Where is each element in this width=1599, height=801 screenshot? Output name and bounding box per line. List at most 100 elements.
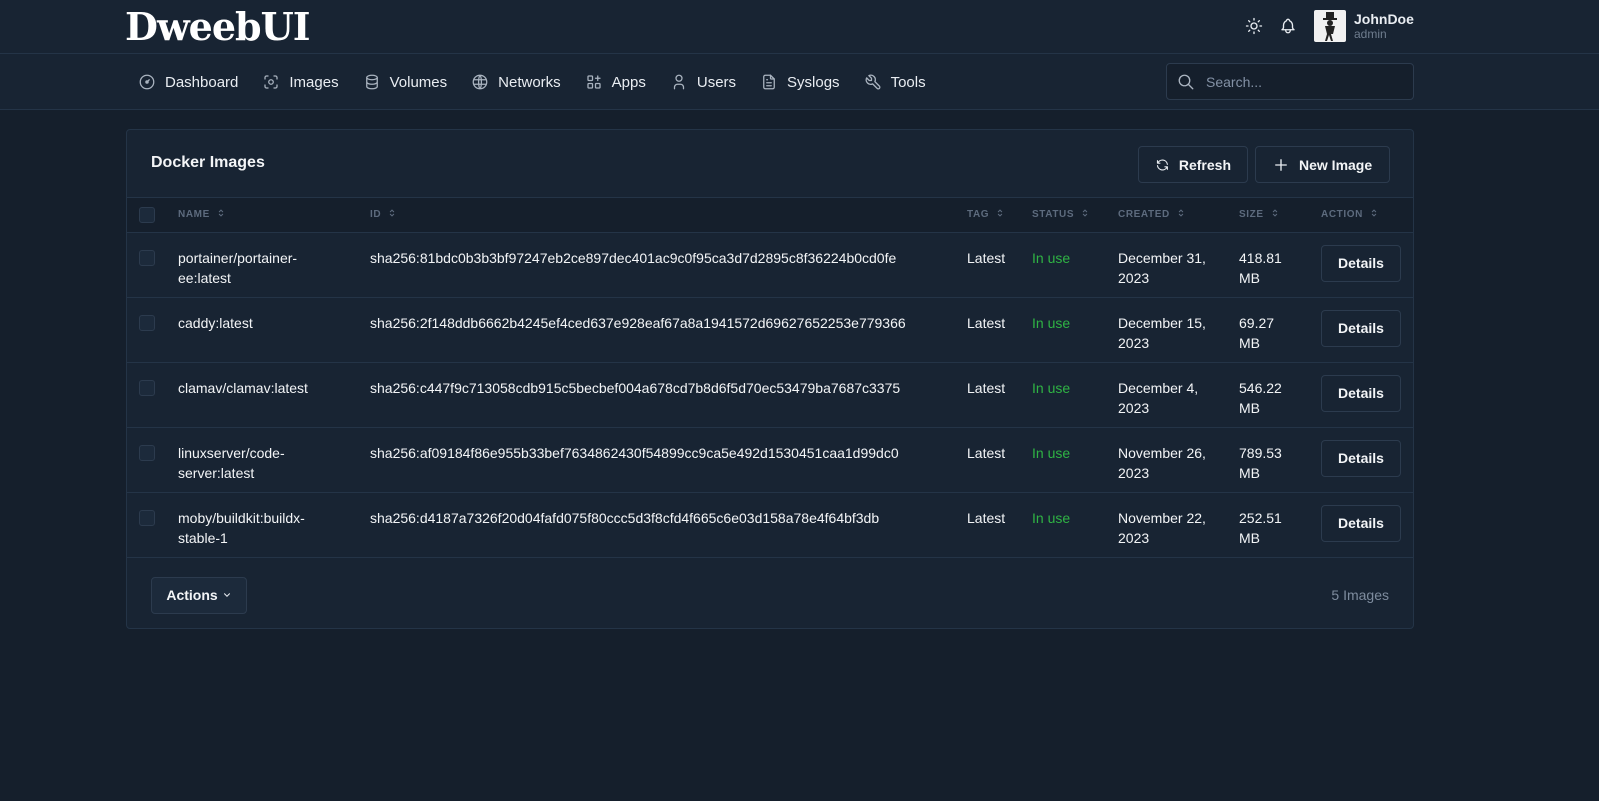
column-label: Size xyxy=(1239,209,1264,221)
new-image-label: New Image xyxy=(1299,156,1373,173)
nav-item-dashboard[interactable]: Dashboard xyxy=(138,73,238,91)
column-header-created[interactable]: Created xyxy=(1118,198,1239,232)
details-button[interactable]: Details xyxy=(1321,439,1401,477)
image-id: sha256:81bdc0b3b3bf97247eb2ce897dec401ac… xyxy=(370,249,897,266)
card-footer: Actions 5 Images xyxy=(127,558,1413,628)
image-tag: Latest xyxy=(967,379,1006,396)
main-nav: Dashboard Images Volumes Networks Apps U… xyxy=(0,54,1599,110)
row-checkbox[interactable] xyxy=(139,249,155,266)
row-checkbox[interactable] xyxy=(139,509,155,526)
image-tag: Latest xyxy=(967,249,1006,266)
column-label: Name xyxy=(178,209,210,221)
refresh-button[interactable]: Refresh xyxy=(1138,146,1248,183)
sort-icon xyxy=(216,208,226,221)
column-header-tag[interactable]: Tag xyxy=(967,198,1032,232)
images-table: Name ID Tag Status Created Size Action p… xyxy=(127,198,1413,558)
column-header-action[interactable]: Action xyxy=(1321,198,1413,232)
nav-item-syslogs[interactable]: Syslogs xyxy=(760,73,840,91)
table-header-row: Name ID Tag Status Created Size Action xyxy=(127,198,1413,232)
search-icon xyxy=(1178,74,1194,89)
nav-item-images[interactable]: Images xyxy=(262,73,339,91)
details-button[interactable]: Details xyxy=(1321,244,1401,282)
column-label: Action xyxy=(1321,209,1363,221)
image-created: November 26, 2023 xyxy=(1118,444,1206,481)
image-id: sha256:c447f9c713058cdb915c5becbef004a67… xyxy=(370,379,901,396)
new-image-button[interactable]: New Image xyxy=(1255,146,1390,183)
nav-label: Apps xyxy=(611,73,646,91)
nav-label: Syslogs xyxy=(787,73,840,91)
row-checkbox[interactable] xyxy=(139,444,155,461)
image-size: 789.53 MB xyxy=(1239,444,1282,481)
app-logo[interactable]: DweebUI xyxy=(125,4,311,49)
chevron-down-icon xyxy=(223,593,230,597)
dashboard-icon xyxy=(139,74,155,90)
image-created: December 4, 2023 xyxy=(1118,379,1199,416)
user-menu[interactable]: JohnDoe admin xyxy=(1314,10,1414,42)
column-header-name[interactable]: Name xyxy=(178,198,370,232)
image-name: portainer/portainer-ee:latest xyxy=(178,249,298,286)
status-badge: In use xyxy=(1032,509,1071,526)
bell-icon[interactable] xyxy=(1277,15,1299,37)
plus-icon xyxy=(1275,158,1287,171)
theme-toggle-icon[interactable] xyxy=(1243,15,1265,37)
table-row: portainer/portainer-ee:latest sha256:81b… xyxy=(127,232,1413,297)
column-header-id[interactable]: ID xyxy=(370,198,967,232)
sort-icon xyxy=(1176,208,1186,221)
column-label: Status xyxy=(1032,209,1075,221)
image-tag: Latest xyxy=(967,444,1006,461)
card-title: Docker Images xyxy=(151,154,265,171)
nav-label: Images xyxy=(289,73,339,91)
images-count: 5 Images xyxy=(1331,586,1389,603)
image-name: clamav/clamav:latest xyxy=(178,379,308,396)
file-icon xyxy=(763,74,775,90)
nav-item-apps[interactable]: Apps xyxy=(585,73,646,91)
image-size: 252.51 MB xyxy=(1239,509,1282,546)
database-icon xyxy=(365,74,378,90)
image-size: 546.22 MB xyxy=(1239,379,1282,416)
sort-icon xyxy=(1270,208,1280,221)
table-row: clamav/clamav:latest sha256:c447f9c71305… xyxy=(127,362,1413,427)
nav-item-volumes[interactable]: Volumes xyxy=(363,73,448,91)
column-label: Tag xyxy=(967,209,990,221)
globe-icon xyxy=(472,74,488,90)
nav-item-users[interactable]: Users xyxy=(670,73,736,91)
status-badge: In use xyxy=(1032,444,1071,461)
image-name: moby/buildkit:buildx-stable-1 xyxy=(178,509,305,546)
actions-dropdown-button[interactable]: Actions xyxy=(151,576,247,614)
image-created: December 31, 2023 xyxy=(1118,249,1206,286)
refresh-icon xyxy=(1156,159,1168,170)
column-header-status[interactable]: Status xyxy=(1032,198,1118,232)
images-card: Docker Images Refresh New Image Name ID … xyxy=(126,129,1414,629)
user-name: JohnDoe xyxy=(1354,10,1414,27)
sort-icon xyxy=(387,208,397,221)
nav-label: Tools xyxy=(890,73,926,91)
sort-icon xyxy=(1369,208,1379,221)
status-badge: In use xyxy=(1032,379,1071,396)
row-checkbox[interactable] xyxy=(139,379,155,396)
image-tag: Latest xyxy=(967,509,1006,526)
table-row: linuxserver/code-server:latest sha256:af… xyxy=(127,427,1413,492)
column-label: Created xyxy=(1118,209,1170,221)
search-box xyxy=(1166,63,1414,100)
details-button[interactable]: Details xyxy=(1321,374,1401,412)
top-header: DweebUI JohnDoe admin xyxy=(0,0,1599,54)
search-input[interactable] xyxy=(1206,73,1396,90)
details-button[interactable]: Details xyxy=(1321,309,1401,347)
image-tag: Latest xyxy=(967,314,1006,331)
nav-item-tools[interactable]: Tools xyxy=(864,73,926,91)
nav-label: Networks xyxy=(498,73,561,91)
user-role: admin xyxy=(1354,26,1387,41)
nav-item-networks[interactable]: Networks xyxy=(471,73,561,91)
column-label: ID xyxy=(370,209,382,221)
details-button[interactable]: Details xyxy=(1321,504,1401,542)
status-badge: In use xyxy=(1032,249,1071,266)
select-all-checkbox[interactable] xyxy=(139,206,155,223)
image-id: sha256:af09184f86e955b33bef7634862430f54… xyxy=(370,444,899,461)
column-header-size[interactable]: Size xyxy=(1239,198,1321,232)
actions-label: Actions xyxy=(166,587,218,603)
image-created: November 22, 2023 xyxy=(1118,509,1206,546)
sort-icon xyxy=(995,208,1005,221)
card-header: Docker Images Refresh New Image xyxy=(127,130,1413,198)
nav-label: Volumes xyxy=(389,73,448,91)
row-checkbox[interactable] xyxy=(139,314,155,331)
